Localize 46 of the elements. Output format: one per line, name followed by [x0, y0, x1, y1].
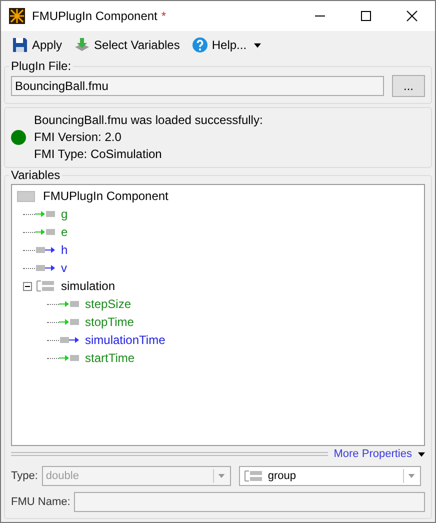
kind-dropdown[interactable]: group [238, 466, 421, 486]
input-variable-icon [59, 352, 81, 364]
tree-item[interactable]: e [61, 225, 68, 239]
save-button[interactable]: Apply [9, 35, 66, 55]
window-title: FMUPlugIn Component [32, 9, 158, 23]
more-properties-link[interactable]: More Properties [334, 448, 412, 460]
help-icon [192, 37, 208, 53]
variables-label: Variables [10, 168, 62, 182]
close-icon[interactable] [406, 10, 418, 22]
type-label: Type: [11, 470, 38, 482]
tree-item[interactable]: simulation [61, 279, 116, 293]
input-variable-icon [35, 208, 57, 220]
plugin-file-field[interactable]: BouncingBall.fmu [11, 76, 384, 96]
tree-item[interactable]: stepSize [85, 297, 132, 311]
tree-item[interactable]: v [61, 261, 67, 275]
save-icon [12, 37, 28, 53]
tree-item[interactable]: FMUPlugIn Component [43, 189, 168, 203]
output-variable-icon [59, 334, 81, 346]
tree-item[interactable]: g [61, 207, 68, 221]
output-variable-icon [35, 262, 57, 274]
tree-item[interactable]: stopTime [85, 315, 134, 329]
input-variable-icon [59, 316, 81, 328]
tree-item[interactable]: startTime [85, 351, 135, 365]
collapse-icon[interactable] [23, 282, 32, 290]
modified-mark: * [161, 9, 166, 23]
download-button[interactable]: Select Variables [71, 35, 183, 55]
caret-icon[interactable] [418, 452, 425, 456]
tree-item[interactable]: simulationTime [85, 333, 166, 347]
input-variable-icon [35, 226, 57, 238]
status-text: BouncingBall.fmu was loaded successfully: [34, 112, 263, 129]
status-text: FMI Type: CoSimulation [34, 146, 162, 163]
plugin-file-label: PlugIn File: [10, 59, 72, 73]
browse-button[interactable]: ... [392, 75, 425, 97]
input-variable-icon [59, 298, 81, 310]
download-icon [74, 37, 90, 53]
group-icon [35, 280, 57, 292]
output-variable-icon [35, 244, 57, 256]
tree-item[interactable]: h [61, 243, 68, 257]
status-text: FMI Version: 2.0 [34, 129, 122, 146]
fmu-name-label: FMU Name: [11, 496, 70, 508]
fmu-name-field[interactable] [74, 492, 425, 512]
group-icon [242, 470, 265, 482]
help-button[interactable]: Help... [188, 35, 264, 55]
component-icon [17, 190, 35, 202]
maximize-icon[interactable] [360, 10, 372, 22]
app-icon [9, 8, 25, 24]
